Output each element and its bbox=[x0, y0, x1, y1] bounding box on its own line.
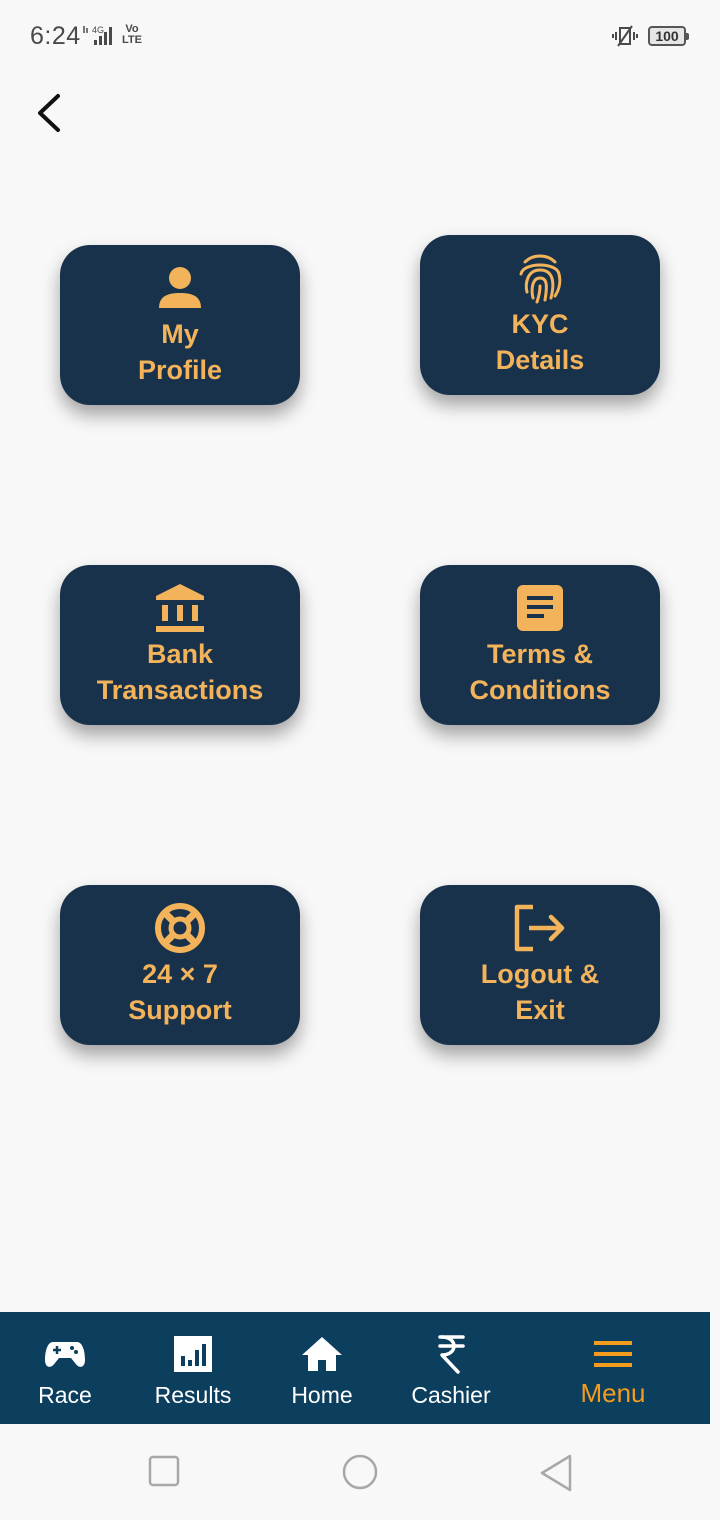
kyc-details-button[interactable]: KYC Details bbox=[420, 235, 660, 395]
nav-item-results[interactable]: Results bbox=[128, 1312, 258, 1424]
volte-bottom: LTE bbox=[122, 34, 142, 46]
nav-item-menu[interactable]: Menu bbox=[548, 1312, 678, 1424]
nav-item-race[interactable]: Race bbox=[0, 1312, 130, 1424]
gamepad-icon bbox=[45, 1334, 85, 1374]
circle-icon bbox=[342, 1454, 378, 1490]
triangle-back-icon bbox=[540, 1454, 572, 1492]
tile-label: Bank Transactions bbox=[96, 639, 264, 705]
volte-indicator: Vo LTE bbox=[122, 24, 142, 46]
status-time: 6:24 bbox=[30, 22, 81, 50]
home-system-button[interactable] bbox=[340, 1454, 380, 1495]
menu-icon bbox=[594, 1334, 632, 1374]
bottom-navigation: Race Results Home Cashier Menu bbox=[0, 1312, 710, 1424]
back-button[interactable] bbox=[28, 88, 78, 138]
status-bar: 6:24 4G Vo LTE 100 bbox=[0, 0, 720, 72]
tile-label: Logout & Exit bbox=[480, 959, 600, 1025]
bank-icon bbox=[152, 582, 208, 634]
signal-icon: 4G bbox=[82, 24, 118, 53]
tile-label: Terms & Conditions bbox=[469, 639, 611, 705]
square-icon bbox=[148, 1455, 180, 1487]
battery-icon: 100 bbox=[648, 26, 689, 46]
tile-label: 24 × 7 Support bbox=[128, 959, 232, 1025]
lifebuoy-icon bbox=[152, 902, 208, 954]
tile-label: My Profile bbox=[137, 319, 223, 385]
bar-chart-icon bbox=[174, 1334, 212, 1374]
nav-label: Cashier bbox=[411, 1382, 491, 1408]
fingerprint-icon bbox=[512, 252, 568, 304]
rupee-icon bbox=[436, 1334, 466, 1374]
logout-exit-button[interactable]: Logout & Exit bbox=[420, 885, 660, 1045]
nav-item-cashier[interactable]: Cashier bbox=[386, 1312, 516, 1424]
vibrate-icon bbox=[610, 24, 640, 53]
bank-transactions-button[interactable]: Bank Transactions bbox=[60, 565, 300, 725]
system-navigation-bar bbox=[0, 1424, 720, 1520]
my-profile-button[interactable]: My Profile bbox=[60, 245, 300, 405]
logout-icon bbox=[512, 902, 568, 954]
nav-item-home[interactable]: Home bbox=[257, 1312, 387, 1424]
network-type: 4G bbox=[92, 25, 104, 35]
tile-label: KYC Details bbox=[495, 309, 585, 375]
nav-label: Menu bbox=[580, 1378, 646, 1408]
user-icon bbox=[152, 262, 208, 314]
nav-label: Results bbox=[154, 1382, 232, 1408]
system-back-button[interactable] bbox=[538, 1454, 574, 1497]
support-button[interactable]: 24 × 7 Support bbox=[60, 885, 300, 1045]
back-arrow-icon bbox=[38, 94, 60, 132]
nav-label: Race bbox=[38, 1382, 92, 1408]
terms-conditions-button[interactable]: Terms & Conditions bbox=[420, 565, 660, 725]
nav-label: Home bbox=[291, 1382, 353, 1408]
document-icon bbox=[512, 582, 568, 634]
home-icon bbox=[302, 1334, 342, 1374]
recents-button[interactable] bbox=[148, 1454, 180, 1493]
